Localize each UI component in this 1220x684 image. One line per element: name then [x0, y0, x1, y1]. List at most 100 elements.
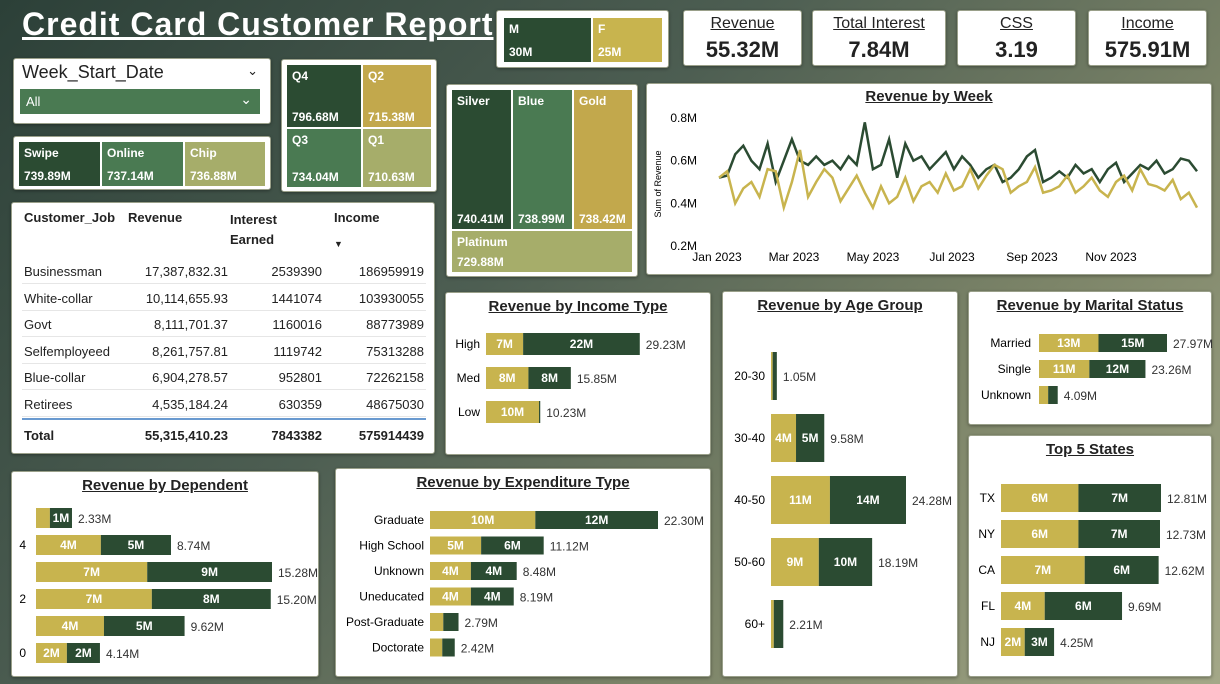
segment-label: 1M: [53, 511, 70, 525]
total-label: 8.48M: [523, 565, 556, 579]
bar-segment[interactable]: [1039, 386, 1049, 404]
revenue-cell: 6,904,278.57: [152, 370, 228, 386]
revenue-cell: 4,535,184.24: [152, 397, 228, 412]
col-header-revenue[interactable]: Revenue: [128, 210, 182, 225]
chart-title: Revenue by Week: [865, 88, 993, 105]
category-label: Post-Graduate: [346, 615, 424, 629]
table-row[interactable]: Businessman 17,387,832.31 2539390 186959919: [22, 258, 426, 284]
series-line[interactable]: [718, 122, 1198, 187]
category-label: 50-60: [734, 555, 765, 569]
bar-segment[interactable]: [443, 613, 459, 631]
job-cell: Blue-collar: [24, 370, 86, 386]
segment-label: 4M: [60, 538, 77, 552]
segment-label: 6M: [1113, 563, 1130, 577]
segment-label: 4M: [62, 619, 79, 633]
series-line[interactable]: [718, 149, 1199, 213]
segment-label: 14M: [856, 493, 879, 507]
category-label: Single: [998, 362, 1032, 376]
category-label: 30-40: [734, 431, 765, 445]
segment-label: 15M: [1121, 336, 1144, 350]
dependent-card: Revenue by Dependent 1M 2.33M 4 4M 5M 8.74M 7M…: [11, 471, 319, 677]
col-header-interest[interactable]: Interest Earned: [230, 210, 300, 250]
chevron-down-icon[interactable]: ⌄: [240, 91, 252, 108]
segment-label: 7M: [496, 337, 513, 351]
quarter-tile-q1[interactable]: Q1 710.63M: [362, 128, 432, 188]
col-header-income[interactable]: Income: [334, 210, 380, 225]
gender-tile-m[interactable]: M 30M: [503, 17, 592, 63]
payment-type-card: Swipe 739.89M Online 737.14M Chip 736.88M: [13, 136, 271, 190]
bar-segment[interactable]: [772, 352, 777, 400]
quarter-tile-q3[interactable]: Q3 734.04M: [286, 128, 362, 188]
marital-status-chart: Married 13M 15M 27.97M Single 11M 12M 23.26M Unk…: [981, 334, 1213, 404]
line-chart: 0.8M0.6M0.4M0.2MSum of RevenueJan 2023 Ma…: [653, 111, 1199, 264]
gender-tile-f[interactable]: F 25M: [592, 17, 663, 63]
age-group-chart: 20-30 1.05M 30-40 4M 5M 9.58M 40-50 11M 14M 24.28…: [734, 352, 952, 648]
income-cell: 48675030: [366, 397, 424, 412]
card-tile-blue[interactable]: Blue 738.99M: [512, 89, 573, 230]
income-cell: 75313288: [366, 343, 424, 359]
table-row[interactable]: Selfemployeed 8,261,757.81 1119742 75313288: [22, 338, 426, 364]
category-label: 20-30: [734, 369, 765, 383]
bar-segment[interactable]: [1048, 386, 1058, 404]
segment-label: 2M: [43, 646, 60, 660]
segment-label: 6M: [1075, 599, 1092, 613]
segment-label: 13M: [1057, 336, 1080, 350]
segment-label: 10M: [471, 513, 494, 527]
quarter-tile-q4[interactable]: Q4 796.68M: [286, 64, 362, 128]
card-tile-platinum[interactable]: Platinum 729.88M: [451, 230, 633, 273]
segment-label: 4M: [485, 564, 502, 578]
card-tile-gold[interactable]: Gold 738.42M: [573, 89, 633, 230]
category-label: Doctorate: [372, 641, 424, 655]
total-label: 9.58M: [830, 432, 863, 446]
income-type-chart: High 7M 22M 29.23M Med 8M 8M 15.85M Low 10M 10.23M: [455, 333, 686, 423]
bar-segment[interactable]: [771, 600, 774, 648]
sort-descending-icon[interactable]: ▼: [334, 239, 343, 249]
category-label: Uneducated: [359, 590, 424, 604]
payment-tile-online[interactable]: Online 737.14M: [101, 141, 184, 187]
bar-segment[interactable]: [539, 401, 541, 423]
table-total-row: Total 55,315,410.23 7843382 575914439: [22, 418, 426, 446]
income-cell: 186959919: [358, 264, 424, 279]
total-label: 18.19M: [878, 556, 918, 570]
total-label: 27.97M: [1173, 337, 1213, 351]
payment-tile-swipe[interactable]: Swipe 739.89M: [18, 141, 101, 187]
bar-segment[interactable]: [773, 600, 784, 648]
week-start-slicer[interactable]: Week_Start_Date ⌄ All ⌄: [13, 58, 271, 124]
bar-segment[interactable]: [430, 638, 443, 657]
segment-label: 5M: [128, 538, 145, 552]
bar-segment[interactable]: [771, 352, 773, 400]
payment-tile-chip[interactable]: Chip 736.88M: [184, 141, 266, 187]
slicer-dropdown[interactable]: All ⌄: [20, 89, 260, 114]
interest-cell: 1160016: [272, 317, 322, 333]
segment-label: 7M: [1111, 527, 1128, 541]
expenditure-type-card: Revenue by Expenditure Type Graduate 10M 1…: [335, 468, 711, 677]
segment-label: 5M: [136, 619, 153, 633]
chart-title: Top 5 States: [1045, 441, 1135, 458]
segment-label: 10M: [501, 405, 524, 419]
table-row[interactable]: White-collar 10,114,655.93 1441074 10393005…: [22, 285, 426, 311]
table-row[interactable]: Govt 8,111,701.37 1160016 88773989: [22, 311, 426, 338]
chevron-down-icon[interactable]: ⌄: [247, 63, 258, 79]
category-label: Married: [990, 336, 1031, 350]
bar-segment[interactable]: [36, 508, 50, 528]
segment-label: 22M: [570, 337, 593, 351]
quarter-tile-q2[interactable]: Q2 715.38M: [362, 64, 432, 128]
total-income: 575914439: [358, 428, 424, 443]
table-row[interactable]: Blue-collar 6,904,278.57 952801 72262158: [22, 364, 426, 391]
expenditure-type-chart: Graduate 10M 12M 22.30M High School 5M 6M 11.12…: [346, 511, 704, 657]
total-label: 1.05M: [783, 370, 816, 384]
chart-title: Revenue by Marital Status: [996, 297, 1184, 314]
segment-label: 11M: [789, 493, 812, 507]
total-label: 10.23M: [546, 406, 586, 420]
table-row[interactable]: Retirees 4,535,184.24 630359 48675030: [22, 391, 426, 417]
segment-label: 4M: [775, 431, 792, 445]
card-tile-silver[interactable]: Silver 740.41M: [451, 89, 512, 230]
bar-segment[interactable]: [442, 638, 455, 657]
bar-segment[interactable]: [430, 613, 444, 631]
chart-title: Revenue by Dependent: [82, 477, 248, 494]
slicer-label: Week_Start_Date: [22, 62, 164, 82]
total-label: 2.21M: [789, 618, 822, 632]
y-tick-label: 0.6M: [670, 154, 697, 168]
category-label: High School: [359, 539, 424, 553]
col-header-job[interactable]: Customer_Job: [24, 210, 115, 225]
